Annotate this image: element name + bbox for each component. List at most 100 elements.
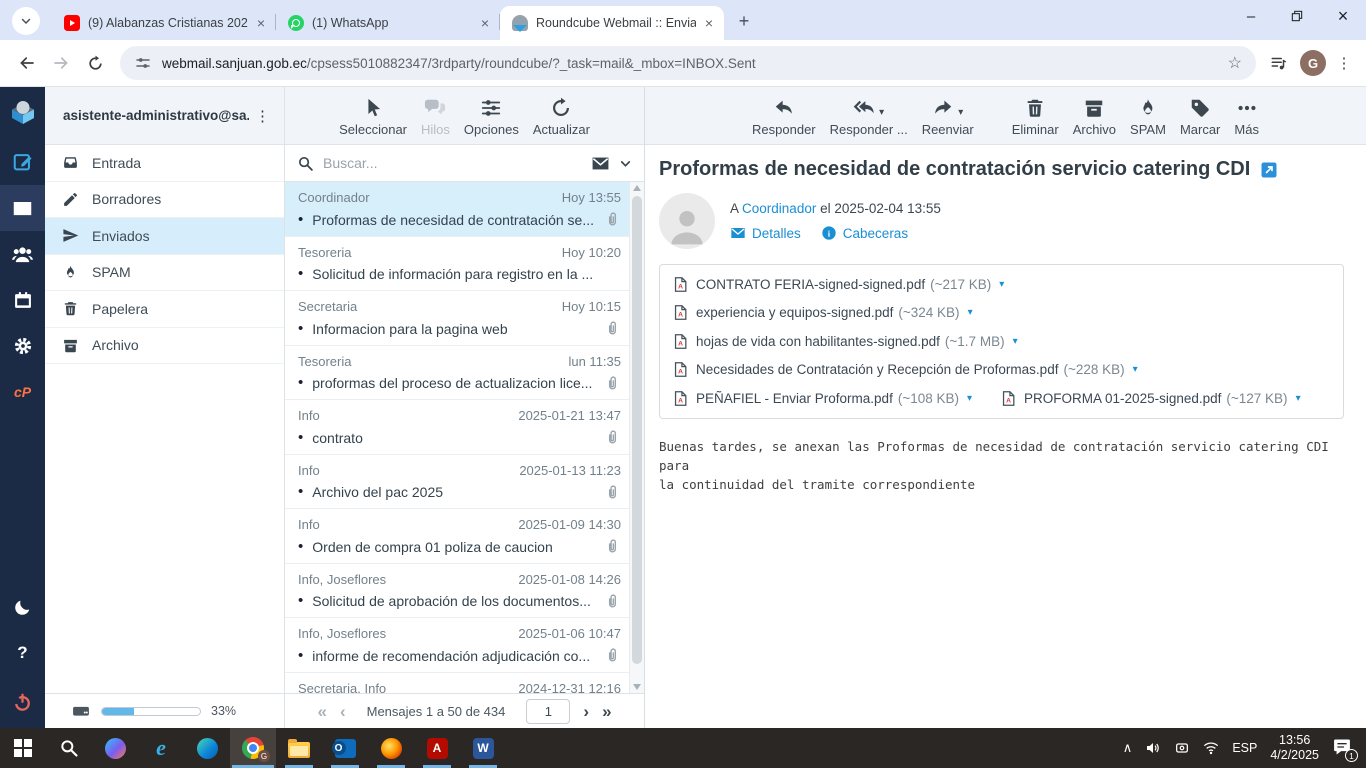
attachment-chip[interactable]: PEÑAFIEL - Enviar Proforma.pdf (~108 KB)…: [672, 384, 972, 413]
folder-item[interactable]: Entrada: [45, 145, 284, 182]
minimize-button[interactable]: –: [1228, 0, 1274, 32]
taskbar-outlook-button[interactable]: [322, 728, 368, 768]
message-row[interactable]: Info, Joseflores 2025-01-06 10:47 • info…: [285, 618, 629, 673]
open-in-new-window-icon[interactable]: [1260, 161, 1278, 179]
close-button[interactable]: ×: [1320, 0, 1366, 32]
tab-close-icon[interactable]: ×: [252, 14, 270, 32]
logout-button[interactable]: [0, 676, 45, 728]
compose-button[interactable]: [0, 139, 45, 185]
list-toolbar-button[interactable]: Opciones: [457, 87, 526, 144]
toolbar-caret-icon[interactable]: ▾: [879, 107, 884, 119]
mail-toolbar-button[interactable]: ▾ Eliminar: [1005, 87, 1066, 144]
first-page-button[interactable]: «: [317, 703, 326, 720]
notification-center-button[interactable]: 1: [1332, 737, 1358, 762]
browser-menu-button[interactable]: ⋮: [1332, 48, 1356, 78]
tab-close-icon[interactable]: ×: [476, 14, 494, 32]
browser-profile-avatar[interactable]: G: [1300, 50, 1326, 76]
mail-toolbar-button[interactable]: ▾ Archivo: [1066, 87, 1123, 144]
scroll-up-arrow[interactable]: [633, 185, 641, 191]
attachment-menu-caret-icon[interactable]: ▾: [1013, 336, 1018, 347]
dark-mode-button[interactable]: [0, 584, 45, 630]
message-row[interactable]: Secretaria, Info 2024-12-31 12:16 •: [285, 673, 629, 694]
back-button[interactable]: [10, 46, 44, 80]
attachment-menu-caret-icon[interactable]: ▾: [968, 307, 973, 318]
attachment-menu-caret-icon[interactable]: ▾: [1296, 393, 1301, 404]
folder-item[interactable]: SPAM: [45, 255, 284, 291]
taskbar-chrome-button[interactable]: G: [230, 728, 276, 768]
forward-button[interactable]: [44, 46, 78, 80]
mail-toolbar-button[interactable]: ▾ Responder ...: [823, 87, 915, 144]
message-row[interactable]: Info 2025-01-09 14:30 • Orden de compra …: [285, 509, 629, 564]
attachment-chip[interactable]: Necesidades de Contratación y Recepción …: [672, 356, 1138, 385]
attachment-menu-caret-icon[interactable]: ▾: [967, 393, 972, 404]
list-toolbar-button[interactable]: Seleccionar: [332, 87, 414, 144]
rail-item-contacts[interactable]: [0, 231, 45, 277]
rail-item-settings[interactable]: [0, 323, 45, 369]
reload-button[interactable]: [78, 46, 112, 80]
restore-button[interactable]: [1274, 0, 1320, 32]
message-row[interactable]: Coordinador Hoy 13:55 • Proformas de nec…: [285, 182, 629, 237]
list-scrollbar[interactable]: [629, 182, 644, 693]
rail-item-calendar[interactable]: [0, 277, 45, 323]
browser-tab[interactable]: Roundcube Webmail :: Enviados ×: [500, 6, 724, 40]
attachment-chip[interactable]: CONTRATO FERIA-signed-signed.pdf (~217 K…: [672, 270, 1004, 299]
account-menu-button[interactable]: ⋮: [249, 107, 276, 125]
search-input[interactable]: [323, 155, 582, 171]
rail-item-cpanel[interactable]: cP: [0, 369, 45, 415]
mail-toolbar-button[interactable]: ▾ Marcar: [1173, 87, 1227, 144]
folder-item[interactable]: Enviados: [45, 218, 284, 255]
media-controls-button[interactable]: [1264, 48, 1294, 78]
message-row[interactable]: Info 2025-01-21 13:47 • contrato: [285, 400, 629, 455]
device-cast-icon[interactable]: [1174, 740, 1190, 756]
start-button[interactable]: [0, 728, 46, 768]
list-toolbar-button[interactable]: Hilos: [414, 87, 457, 144]
taskbar-search-button[interactable]: [46, 728, 92, 768]
taskbar-edge-button[interactable]: [184, 728, 230, 768]
message-row[interactable]: Secretaria Hoy 10:15 • Informacion para …: [285, 291, 629, 346]
taskbar-clock[interactable]: 13:56 4/2/2025: [1270, 733, 1319, 763]
tab-search-button[interactable]: [12, 7, 40, 35]
address-bar[interactable]: webmail.sanjuan.gob.ec/cpsess5010882347/…: [120, 46, 1256, 80]
message-row[interactable]: Tesoreria Hoy 10:20 • Solicitud de infor…: [285, 237, 629, 291]
scroll-down-arrow[interactable]: [633, 684, 641, 690]
attachment-chip[interactable]: experiencia y equipos-signed.pdf (~324 K…: [672, 299, 973, 328]
folder-item[interactable]: Archivo: [45, 328, 284, 364]
last-page-button[interactable]: »: [602, 703, 611, 720]
prev-page-button[interactable]: ‹: [340, 703, 346, 720]
search-options-chevron-icon[interactable]: [619, 157, 632, 170]
mail-toolbar-button[interactable]: ▾ Reenviar: [915, 87, 981, 144]
recipient-link[interactable]: Coordinador: [742, 201, 816, 216]
mail-detail-link[interactable]: Cabeceras: [821, 225, 908, 241]
volume-icon[interactable]: [1145, 740, 1161, 756]
list-toolbar-button[interactable]: Actualizar: [526, 87, 597, 144]
browser-tab[interactable]: (1) WhatsApp ×: [276, 6, 500, 40]
tab-close-icon[interactable]: ×: [700, 14, 718, 32]
language-indicator[interactable]: ESP: [1232, 741, 1257, 755]
rail-item-mail[interactable]: [0, 185, 45, 231]
message-row[interactable]: Tesoreria lun 11:35 • proformas del proc…: [285, 346, 629, 400]
message-row[interactable]: Info, Joseflores 2025-01-08 14:26 • Soli…: [285, 564, 629, 618]
taskbar-acrobat-button[interactable]: A: [414, 728, 460, 768]
bookmark-star-icon[interactable]: ☆: [1228, 53, 1242, 73]
new-tab-button[interactable]: +: [730, 7, 758, 35]
mail-detail-link[interactable]: Detalles: [730, 225, 801, 241]
mail-toolbar-button[interactable]: ▾ Más: [1227, 87, 1266, 144]
message-row[interactable]: Info 2025-01-13 11:23 • Archivo del pac …: [285, 455, 629, 509]
attachment-chip[interactable]: hojas de vida con habilitantes-signed.pd…: [672, 327, 1018, 356]
toolbar-caret-icon[interactable]: ▾: [958, 107, 963, 119]
taskbar-ie-button[interactable]: e: [138, 728, 184, 768]
wifi-icon[interactable]: [1203, 740, 1219, 756]
folder-item[interactable]: Borradores: [45, 182, 284, 218]
folder-item[interactable]: Papelera: [45, 291, 284, 328]
search-scope-mail-icon[interactable]: [591, 154, 610, 173]
taskbar-word-button[interactable]: W: [460, 728, 506, 768]
taskbar-explorer-button[interactable]: [276, 728, 322, 768]
help-button[interactable]: ?: [0, 630, 45, 676]
page-number-input[interactable]: [526, 698, 571, 724]
next-page-button[interactable]: ›: [583, 703, 589, 720]
mail-toolbar-button[interactable]: ▾ SPAM: [1123, 87, 1173, 144]
attachment-chip[interactable]: PROFORMA 01-2025-signed.pdf (~127 KB) ▾: [1000, 384, 1301, 413]
scroll-thumb[interactable]: [632, 196, 642, 664]
site-info-icon[interactable]: [134, 54, 152, 72]
attachment-menu-caret-icon[interactable]: ▾: [999, 279, 1004, 290]
